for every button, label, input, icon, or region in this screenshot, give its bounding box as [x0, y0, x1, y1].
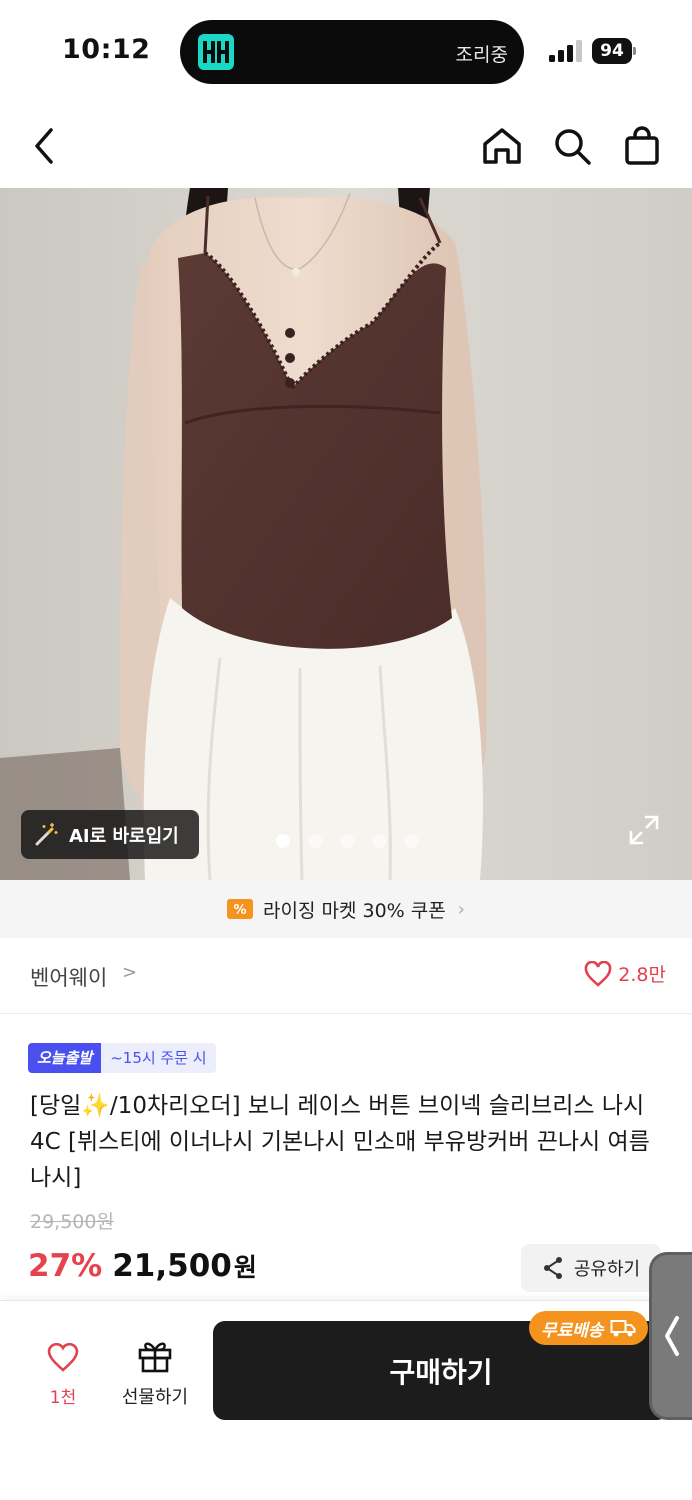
share-icon	[543, 1257, 562, 1279]
chevron-left-icon	[665, 1316, 679, 1356]
side-panel-tab[interactable]	[649, 1252, 692, 1420]
chevron-right-icon: ›	[457, 898, 465, 920]
carousel-dot[interactable]	[276, 834, 290, 848]
gift-icon	[138, 1342, 172, 1373]
discount-rate: 27%	[28, 1248, 103, 1284]
svg-text:%: %	[234, 903, 247, 918]
product-photo	[0, 188, 692, 880]
coupon-icon: %	[227, 899, 254, 919]
buy-label: 구매하기	[389, 1355, 493, 1389]
delivery-badge: 오늘출발 ~15시 주문 시	[28, 1043, 216, 1073]
brand-row: 벤어웨이 > 2.8만	[0, 938, 692, 1014]
coupon-label: 라이징 마켓 30% 쿠폰	[263, 899, 446, 922]
carousel-dot[interactable]	[340, 834, 354, 848]
gift-button[interactable]: 선물하기	[110, 1339, 200, 1409]
carousel-dot[interactable]	[308, 834, 322, 848]
ai-try-on-button[interactable]: AI로 바로입기	[21, 810, 199, 859]
search-button[interactable]	[550, 124, 594, 168]
chevron-right-icon: >	[122, 962, 138, 983]
dynamic-island[interactable]: 조리중	[180, 20, 524, 84]
status-time: 10:12	[62, 34, 151, 65]
home-button[interactable]	[480, 124, 524, 168]
brand-like-count: 2.8만	[618, 964, 666, 986]
back-button[interactable]	[22, 124, 66, 168]
original-price: 29,500원	[30, 1211, 114, 1233]
battery-icon: 94	[592, 38, 636, 64]
signal-icon	[549, 40, 582, 62]
fullscreen-icon[interactable]	[628, 814, 660, 846]
carousel-dot[interactable]	[404, 834, 418, 848]
free-shipping-badge: 무료배송	[529, 1311, 648, 1345]
heart-icon	[584, 960, 612, 987]
shopping-bag-icon	[625, 126, 659, 165]
heart-icon	[47, 1342, 79, 1372]
chevron-left-icon	[35, 128, 53, 164]
search-icon	[555, 129, 591, 165]
coupon-banner[interactable]: % 라이징 마켓 30% 쿠폰 ›	[0, 880, 692, 938]
carousel-dot[interactable]	[372, 834, 386, 848]
status-bar: 10:12 조리중 94	[0, 0, 692, 104]
currency-unit: 원	[233, 1253, 257, 1282]
brand-name[interactable]: 벤어웨이	[30, 962, 107, 992]
today-ship-badge: 오늘출발	[28, 1043, 102, 1073]
ai-try-on-label: AI로 바로입기	[69, 825, 179, 847]
share-button[interactable]: 공유하기	[521, 1244, 661, 1292]
price-row: 27% 21,500 원	[28, 1248, 257, 1284]
app-logo-icon	[198, 34, 234, 70]
share-label: 공유하기	[573, 1259, 641, 1280]
like-count: 1천	[49, 1388, 77, 1408]
free-shipping-label: 무료배송	[541, 1320, 604, 1341]
top-nav	[0, 104, 692, 188]
sale-price: 21,500	[112, 1248, 232, 1284]
cart-button[interactable]	[620, 124, 664, 168]
product-image-carousel[interactable]	[0, 188, 692, 880]
brand-like-button[interactable]: 2.8만	[584, 960, 666, 987]
product-title: [당일✨/10차리오더] 보니 레이스 버튼 브이넥 슬리브리스 나시 4C […	[30, 1093, 650, 1191]
bottom-action-bar: 1천 선물하기 구매하기 무료배송	[0, 1300, 692, 1500]
order-cutoff-badge: ~15시 주문 시	[101, 1043, 216, 1073]
battery-level: 94	[592, 38, 632, 64]
home-icon	[483, 128, 521, 164]
island-activity-text: 조리중	[455, 44, 508, 66]
magic-wand-icon	[35, 822, 58, 845]
gift-label: 선물하기	[121, 1387, 189, 1408]
truck-icon	[610, 1320, 636, 1337]
carousel-dots	[276, 834, 418, 848]
like-button[interactable]: 1천	[30, 1341, 96, 1408]
